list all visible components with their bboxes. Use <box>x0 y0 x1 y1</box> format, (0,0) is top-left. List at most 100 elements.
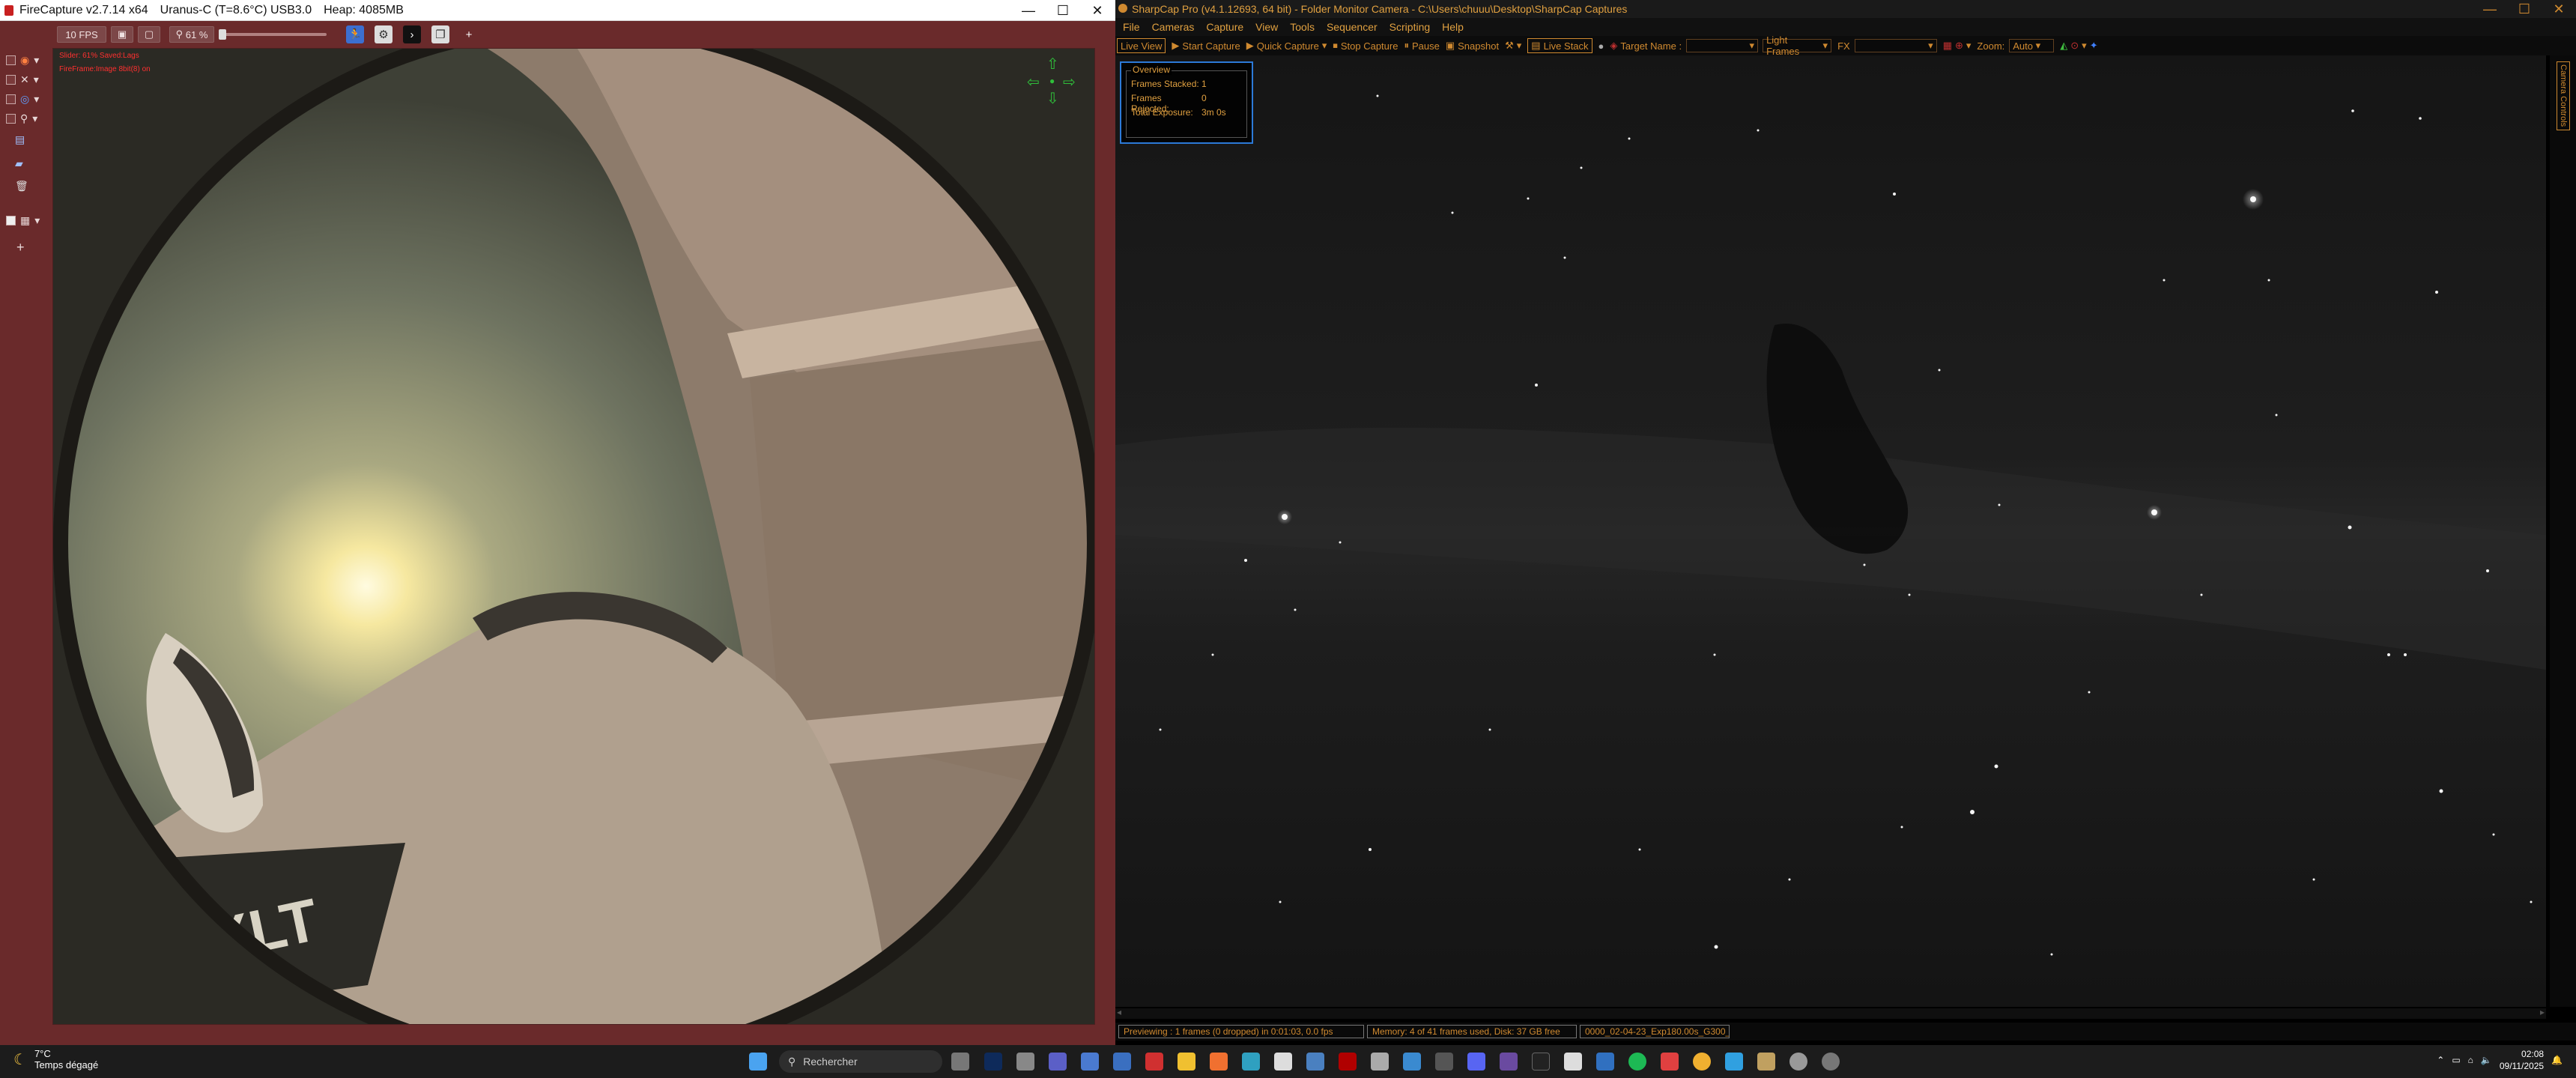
weather-widget[interactable]: ☾ 7°C Temps dégagé <box>13 1048 98 1071</box>
arrow-up-icon[interactable]: ⇧ <box>1046 55 1059 73</box>
display-icon[interactable]: ▭ <box>2452 1055 2460 1065</box>
app-icon-22[interactable] <box>1661 1053 1679 1071</box>
app-icon-17[interactable] <box>1500 1053 1518 1071</box>
app-icon-1[interactable] <box>984 1053 1002 1071</box>
firefox-icon[interactable] <box>1210 1053 1228 1071</box>
zoom-select[interactable]: Auto ▾ <box>2009 39 2055 52</box>
checkbox[interactable] <box>6 114 16 124</box>
app-icon-10[interactable] <box>1274 1053 1292 1071</box>
app-icon-2[interactable] <box>1016 1053 1034 1071</box>
center-dot-icon[interactable]: ● <box>1049 76 1055 86</box>
menu-help[interactable]: Help <box>1442 21 1464 33</box>
menu-cameras[interactable]: Cameras <box>1152 21 1195 33</box>
app-icon-26[interactable] <box>1789 1053 1807 1071</box>
live-stack-button[interactable]: ▤ Live Stack <box>1527 38 1592 53</box>
runner-icon[interactable]: 🏃 <box>346 25 364 43</box>
zoom-slider[interactable] <box>219 29 327 40</box>
app-icon-14[interactable] <box>1403 1053 1421 1071</box>
fps-button[interactable]: 10 FPS <box>57 26 106 43</box>
app-icon-20[interactable] <box>1596 1053 1614 1071</box>
eye-icon[interactable]: ◎ <box>20 93 29 106</box>
terminal-icon[interactable] <box>1532 1053 1550 1071</box>
close-button[interactable]: ✕ <box>1080 0 1115 21</box>
live-view-button[interactable]: Live View <box>1117 38 1166 53</box>
app-icon-6[interactable] <box>1145 1053 1163 1071</box>
sharpcap-live-image[interactable]: Overview Frames Stacked: 1 Frames Rejecte… <box>1115 55 2546 1007</box>
camera-icon[interactable]: ◉ <box>20 54 29 67</box>
chevron-down-icon[interactable]: ▾ <box>34 214 40 227</box>
discord-icon[interactable] <box>1467 1053 1485 1071</box>
maximize-button[interactable]: ☐ <box>1046 0 1080 21</box>
menu-sequencer[interactable]: Sequencer <box>1327 21 1378 33</box>
minimize-button[interactable]: — <box>2473 0 2507 18</box>
chevron-down-icon[interactable]: ▾ <box>1966 40 1972 52</box>
clock[interactable]: 02:08 09/11/2025 <box>2500 1048 2544 1072</box>
arrow-down-icon[interactable]: ⇩ <box>1046 89 1059 108</box>
fx-select[interactable]: ▾ <box>1854 39 1937 52</box>
folder-icon[interactable]: ▰ <box>15 157 23 170</box>
checkbox[interactable] <box>6 94 16 104</box>
menu-tools[interactable]: Tools <box>1290 21 1315 33</box>
horizontal-scrollbar[interactable]: ◂ ▸ <box>1115 1007 2546 1019</box>
tools-dropdown[interactable]: ⚒ ▾ <box>1505 40 1521 52</box>
nudge-arrows[interactable]: ⇧ ⇦ ● ⇨ ⇩ <box>1027 55 1079 107</box>
chevron-down-icon[interactable]: ▾ <box>1322 40 1327 52</box>
app-icon-27[interactable] <box>1822 1053 1840 1071</box>
frame-type-select[interactable]: Light Frames ▾ <box>1763 34 1832 57</box>
pause-button[interactable]: ⏸ Pause <box>1404 40 1439 52</box>
histogram-icon[interactable]: ▤ <box>15 133 25 146</box>
chevron-down-icon[interactable]: ▾ <box>34 73 39 86</box>
add-icon[interactable]: + <box>460 25 478 43</box>
chevron-down-icon[interactable]: ▾ <box>32 112 37 125</box>
start-capture-button[interactable]: ▶ Start Capture <box>1172 40 1240 52</box>
search-box[interactable]: ⚲ Rechercher <box>779 1050 942 1073</box>
store-icon[interactable] <box>1113 1053 1131 1071</box>
maximize-button[interactable]: ☐ <box>2507 0 2542 18</box>
histogram-icon[interactable]: ◭ <box>2060 40 2067 52</box>
checkbox-checked[interactable] <box>6 216 16 225</box>
app-icon-15[interactable] <box>1435 1053 1453 1071</box>
add-icon[interactable]: + <box>16 240 25 255</box>
chevron-up-icon[interactable]: ⌃ <box>2437 1055 2444 1065</box>
grid-icon[interactable]: ▦ <box>20 214 30 227</box>
task-view-icon[interactable] <box>951 1053 969 1071</box>
start-icon[interactable] <box>749 1053 767 1071</box>
target-name-input[interactable]: ▾ <box>1686 39 1759 52</box>
checkbox[interactable] <box>6 75 16 85</box>
menu-scripting[interactable]: Scripting <box>1389 21 1430 33</box>
app-icon-19[interactable] <box>1564 1053 1582 1071</box>
zoom-slider-knob[interactable] <box>219 29 226 40</box>
snapshot-button[interactable]: ▣ Snapshot <box>1446 40 1499 52</box>
checkbox[interactable] <box>6 55 16 65</box>
spotify-icon[interactable] <box>1628 1053 1646 1071</box>
close-button[interactable]: ✕ <box>2542 0 2576 18</box>
file-explorer-icon[interactable] <box>1178 1053 1195 1071</box>
firecapture-preview[interactable]: XLT Slider: 61% Saved:Lags FireFrame:Ima… <box>52 48 1095 1025</box>
chrome-icon[interactable] <box>1693 1053 1711 1071</box>
reticle-icon[interactable]: ⊕ <box>1955 40 1963 52</box>
app-icon-11[interactable] <box>1306 1053 1324 1071</box>
zoom-button[interactable]: ⚲ 61 % <box>169 26 214 43</box>
network-icon[interactable]: ⌂ <box>2468 1055 2473 1065</box>
settings-icon[interactable]: ⚙ <box>375 25 393 43</box>
stop-capture-button[interactable]: ⏹ Stop Capture <box>1333 40 1398 52</box>
minimize-button[interactable]: — <box>1011 0 1046 21</box>
arrow-left-icon[interactable]: ⇦ <box>1027 73 1040 91</box>
menu-file[interactable]: File <box>1123 21 1140 33</box>
trash-icon[interactable]: 🗑 <box>15 180 28 193</box>
teams-icon[interactable] <box>1049 1053 1067 1071</box>
app-icon-13[interactable] <box>1371 1053 1389 1071</box>
chevron-down-icon[interactable]: ▾ <box>34 54 39 67</box>
scroll-right-icon[interactable]: ▸ <box>2540 1007 2545 1017</box>
edge-icon[interactable] <box>1242 1053 1260 1071</box>
app-icon-24[interactable] <box>1725 1053 1743 1071</box>
menu-capture[interactable]: Capture <box>1206 21 1243 33</box>
arrow-right-icon[interactable]: ⇨ <box>1063 73 1076 91</box>
camera-controls-tab[interactable]: Camera Controls <box>2557 61 2570 130</box>
netflix-icon[interactable] <box>1339 1053 1357 1071</box>
focus-icon[interactable]: ⊙ <box>2070 40 2079 52</box>
quick-capture-button[interactable]: ▶ Quick Capture ▾ <box>1246 40 1327 52</box>
app-icon-25[interactable] <box>1757 1053 1775 1071</box>
mount-icon[interactable]: ✦ <box>2090 40 2098 52</box>
zoom-icon[interactable]: ⚲ <box>20 112 28 125</box>
